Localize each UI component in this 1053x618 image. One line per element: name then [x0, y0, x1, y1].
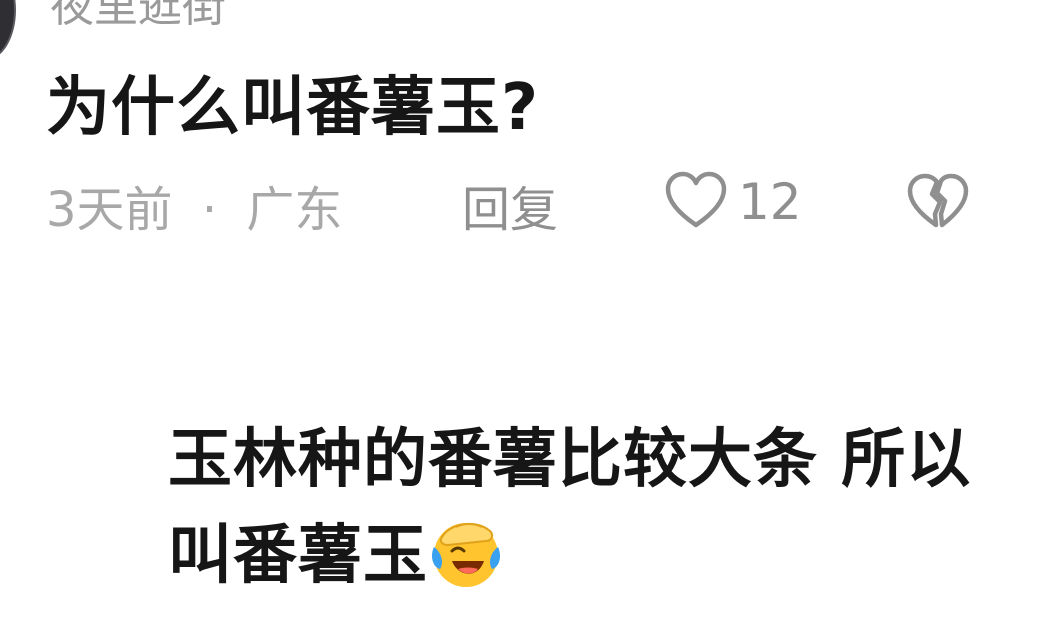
reply-button[interactable]: 回复	[462, 170, 558, 240]
reply-text-content: 玉林种的番薯比较大条 所以叫番薯玉	[168, 423, 972, 593]
comment-username[interactable]: 夜里逛街	[50, 0, 226, 34]
avatar[interactable]	[0, 0, 16, 60]
heart-outline-icon[interactable]	[664, 170, 728, 234]
comment-meta-row: 3天前 · 广东 回复 12	[0, 170, 1053, 238]
comment-text: 为什么叫番薯玉?	[46, 71, 540, 145]
like-button[interactable]: 12	[664, 170, 802, 234]
like-count: 12	[738, 173, 802, 231]
rolling-laughing-face-emoji	[428, 515, 504, 591]
comment-location: 广东	[246, 182, 343, 238]
broken-heart-icon[interactable]	[906, 173, 970, 236]
comment-time: 3天前	[46, 182, 173, 238]
reply-text: 玉林种的番薯比较大条 所以叫番薯玉	[168, 412, 998, 604]
comment-meta-info: 3天前 · 广东	[46, 170, 342, 240]
dislike-button[interactable]	[906, 172, 970, 236]
meta-separator: ·	[201, 182, 218, 238]
